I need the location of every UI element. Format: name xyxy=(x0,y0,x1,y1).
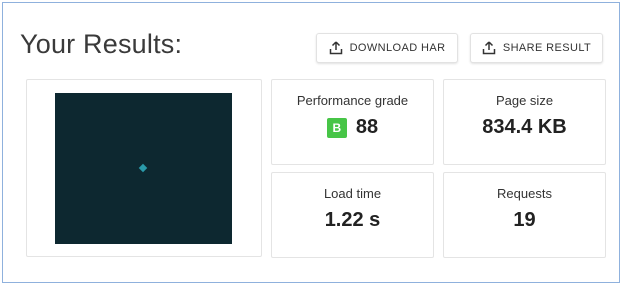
upload-tray-icon xyxy=(482,41,496,55)
performance-score: 88 xyxy=(355,116,379,138)
loading-indicator-icon xyxy=(138,163,148,173)
upload-tray-icon xyxy=(329,41,342,55)
download-har-label: DOWNLOAD HAR xyxy=(349,42,446,54)
load-time-value: 1.22 s xyxy=(324,209,381,231)
requests-value: 19 xyxy=(513,209,536,231)
performance-grade-label: Performance grade xyxy=(296,93,409,108)
performance-grade-value-row: B 88 xyxy=(272,116,433,139)
page-screenshot-card xyxy=(26,79,262,257)
requests-card: Requests 19 xyxy=(443,172,606,258)
page-size-label: Page size xyxy=(495,93,554,108)
performance-grade-card: Performance grade B 88 xyxy=(271,79,434,165)
load-time-card: Load time 1.22 s xyxy=(271,172,434,258)
page-size-card: Page size 834.4 KB xyxy=(443,79,606,165)
results-panel: Your Results: DOWNLOAD HAR SHARE RESULT … xyxy=(2,2,620,283)
grade-badge: B xyxy=(326,117,347,138)
share-result-button[interactable]: SHARE RESULT xyxy=(470,33,603,63)
page-size-value: 834.4 KB xyxy=(482,116,567,138)
page-screenshot-thumbnail xyxy=(55,93,232,244)
download-har-button[interactable]: DOWNLOAD HAR xyxy=(316,33,458,63)
share-result-label: SHARE RESULT xyxy=(502,42,592,54)
page-title: Your Results: xyxy=(20,29,183,59)
load-time-label: Load time xyxy=(323,186,382,201)
requests-label: Requests xyxy=(497,186,552,201)
